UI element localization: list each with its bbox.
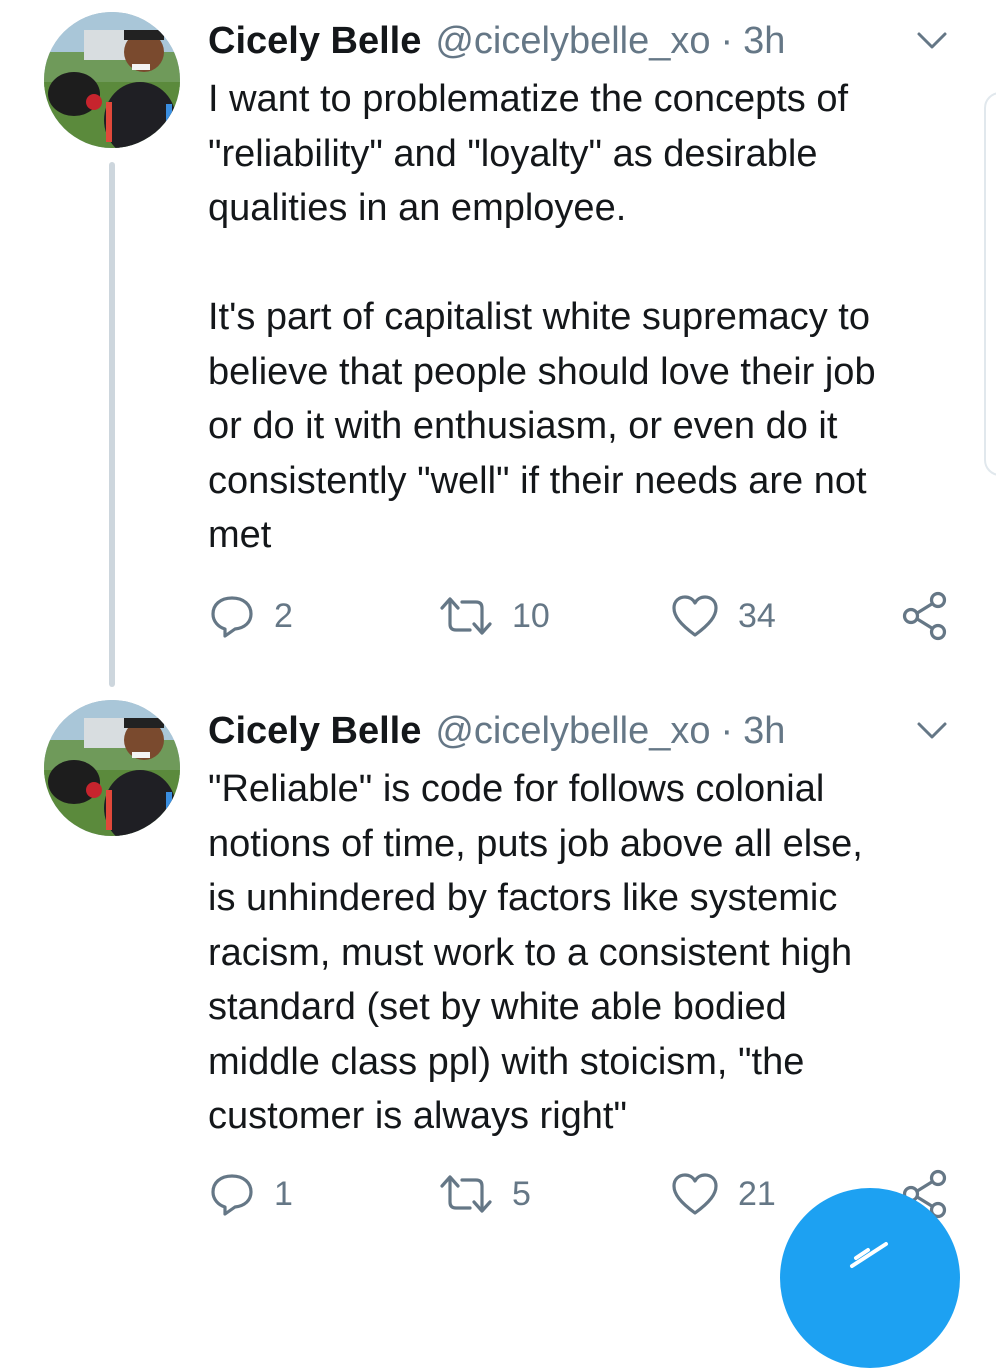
separator-dot: · <box>720 709 734 752</box>
reply-count: 2 <box>274 596 293 635</box>
retweet-icon <box>440 1175 492 1213</box>
tweet[interactable]: Cicely Belle @cicelybelle_xo · 3h "Relia… <box>0 690 996 1250</box>
avatar-photo <box>44 12 180 148</box>
reply-icon <box>211 1174 253 1216</box>
retweet-icon <box>440 597 492 635</box>
author-name[interactable]: Cicely Belle <box>208 20 421 63</box>
compose-button[interactable] <box>780 1188 960 1368</box>
separator-dot: · <box>720 19 734 62</box>
avatar[interactable] <box>44 12 180 148</box>
tweet[interactable]: Cicely Belle @cicelybelle_xo · 3h I want… <box>0 0 996 690</box>
share-icon <box>902 591 947 641</box>
tweet-paragraph: "Reliable" is code for follows colonial … <box>208 768 863 1137</box>
author-name[interactable]: Cicely Belle <box>208 710 421 753</box>
author-handle[interactable]: @cicelybelle_xo <box>435 710 710 753</box>
heart-icon <box>672 1173 718 1215</box>
avatar[interactable] <box>44 700 180 836</box>
reply-count: 1 <box>274 1174 293 1213</box>
author-handle[interactable]: @cicelybelle_xo <box>435 20 710 63</box>
retweet-button[interactable]: 10 <box>438 588 550 644</box>
tweet-text: I want to problematize the concepts of "… <box>208 72 968 563</box>
reply-button[interactable]: 2 <box>208 588 293 644</box>
tweet-text: "Reliable" is code for follows colonial … <box>208 762 968 1144</box>
tweet-actions: 2 10 34 <box>0 588 996 644</box>
chevron-down-icon[interactable] <box>914 718 950 744</box>
compose-icon <box>850 1242 888 1268</box>
reply-icon <box>211 596 253 638</box>
tweet-header: Cicely Belle @cicelybelle_xo · 3h <box>208 16 785 66</box>
like-button[interactable]: 34 <box>670 588 776 644</box>
timestamp[interactable]: 3h <box>743 710 785 753</box>
chevron-down-icon[interactable] <box>914 28 950 54</box>
tweet-paragraph: I want to problematize the concepts of "… <box>208 78 849 229</box>
retweet-count: 10 <box>512 596 550 635</box>
reply-button[interactable]: 1 <box>208 1166 293 1222</box>
heart-icon <box>672 595 718 637</box>
like-count: 34 <box>738 596 776 635</box>
tweet-header: Cicely Belle @cicelybelle_xo · 3h <box>208 706 785 756</box>
tweet-paragraph: It's part of capitalist white supremacy … <box>208 296 876 556</box>
share-button[interactable] <box>900 588 950 644</box>
like-count: 21 <box>738 1174 776 1213</box>
retweet-count: 5 <box>512 1174 531 1213</box>
like-button[interactable]: 21 <box>670 1166 776 1222</box>
avatar-photo <box>44 700 180 836</box>
scrollbar[interactable] <box>984 92 996 476</box>
timestamp[interactable]: 3h <box>743 20 785 63</box>
retweet-button[interactable]: 5 <box>438 1166 531 1222</box>
